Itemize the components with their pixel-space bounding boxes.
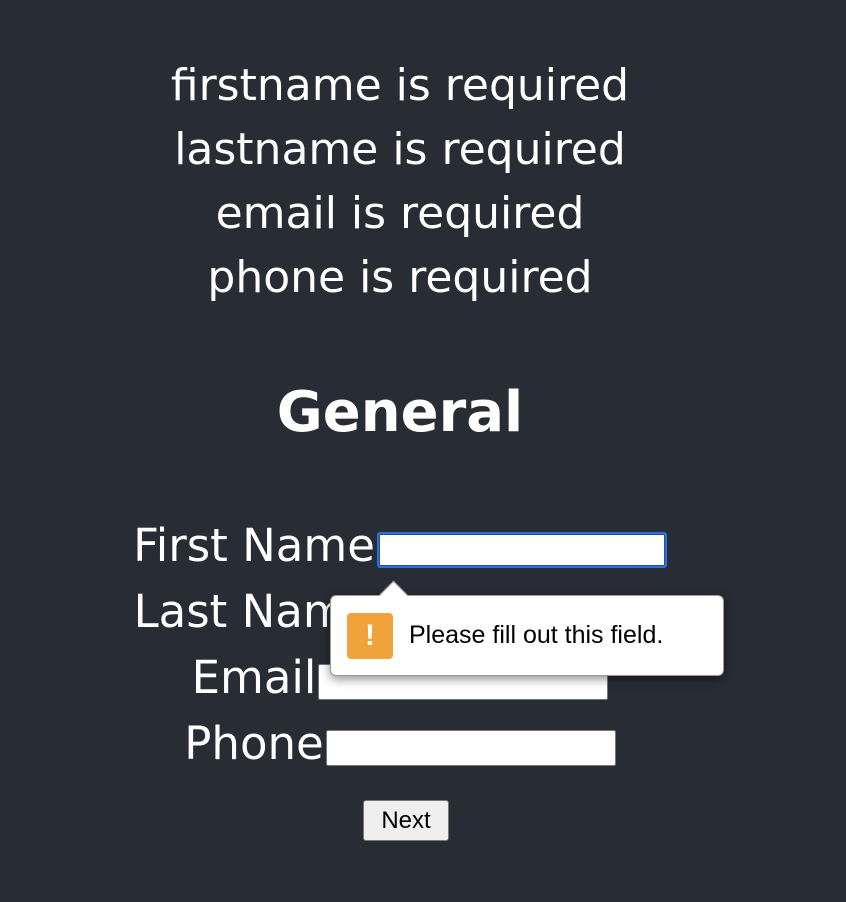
validation-message: Please fill out this field.	[409, 621, 664, 649]
first-name-row: First Name	[0, 520, 800, 572]
error-message-email: email is required	[215, 188, 585, 239]
error-message-lastname: lastname is required	[174, 124, 626, 175]
error-list: firstname is required lastname is requir…	[0, 54, 800, 310]
phone-row: Phone	[0, 718, 800, 770]
first-name-label: First Name	[133, 519, 375, 572]
next-button[interactable]: Next	[363, 800, 449, 841]
phone-label: Phone	[184, 717, 324, 770]
email-label: Email	[191, 651, 317, 704]
warning-icon: !	[347, 612, 393, 659]
error-message-phone: phone is required	[207, 252, 593, 303]
form-title: General	[276, 380, 524, 445]
first-name-input[interactable]	[376, 532, 667, 568]
validation-tooltip: ! Please fill out this field.	[330, 595, 724, 676]
phone-input[interactable]	[325, 730, 616, 766]
error-message-firstname: firstname is required	[170, 60, 630, 111]
